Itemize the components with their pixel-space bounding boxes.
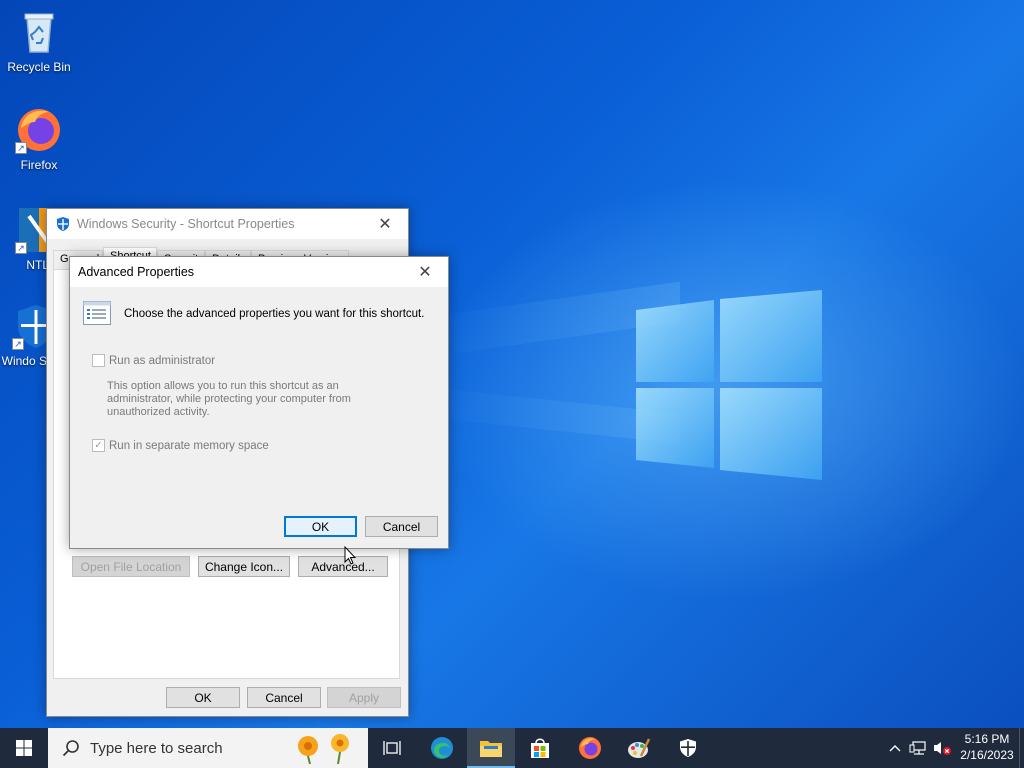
- checkbox-label: Run in separate memory space: [109, 439, 269, 452]
- volume-muted-icon: [934, 742, 951, 755]
- firefox-icon: [579, 737, 601, 759]
- checkmark-icon: ✓: [92, 439, 105, 452]
- desktop-icon-label: Recycle Bin: [7, 60, 71, 74]
- properties-list-icon: [83, 301, 111, 325]
- close-button[interactable]: ✕: [362, 209, 408, 239]
- start-button[interactable]: [0, 728, 48, 768]
- advanced-titlebar[interactable]: Advanced Properties ✕: [70, 257, 448, 287]
- checkbox-box: [92, 354, 105, 367]
- run-as-administrator-checkbox[interactable]: Run as administrator: [92, 354, 215, 367]
- mouse-cursor-icon: [344, 546, 356, 565]
- folder-icon: [480, 741, 502, 757]
- clock-time: 5:16 PM: [964, 732, 1010, 746]
- change-icon-button[interactable]: Change Icon...: [198, 556, 290, 577]
- advanced-header-text: Choose the advanced properties you want …: [124, 308, 425, 320]
- taskbar-paint[interactable]: [615, 728, 663, 768]
- windows-start-icon: [16, 740, 32, 756]
- taskbar-edge[interactable]: [418, 728, 466, 768]
- shortcut-arrow-icon: ↗: [15, 242, 27, 254]
- show-hidden-icons-button[interactable]: [884, 728, 906, 768]
- network-status-button[interactable]: [906, 728, 930, 768]
- taskbar: Type here to search 5:16 PM 2/16/2023: [0, 728, 1024, 768]
- store-icon: [531, 738, 549, 758]
- ok-button[interactable]: OK: [284, 516, 357, 537]
- desktop-icon-recycle-bin[interactable]: Recycle Bin: [0, 8, 78, 74]
- window-title: Advanced Properties: [78, 265, 195, 279]
- shortcut-arrow-icon: ↗: [12, 338, 24, 350]
- shield-icon: [680, 739, 696, 757]
- taskbar-firefox[interactable]: [566, 728, 614, 768]
- cancel-button[interactable]: Cancel: [247, 687, 321, 708]
- advanced-button[interactable]: Advanced...: [298, 556, 388, 577]
- run-as-admin-description: This option allows you to run this short…: [107, 380, 351, 418]
- search-icon: [62, 740, 79, 757]
- close-button[interactable]: ✕: [402, 257, 448, 287]
- advanced-properties-body: Choose the advanced properties you want …: [70, 287, 448, 548]
- paint-palette-icon: [628, 738, 651, 758]
- shortcut-arrow-icon: ↗: [15, 142, 27, 154]
- edge-icon: [431, 737, 453, 759]
- taskbar-windows-security[interactable]: [664, 728, 712, 768]
- firefox-icon: ↗: [15, 106, 63, 154]
- clock-date: 2/16/2023: [960, 748, 1014, 762]
- open-file-location-button[interactable]: Open File Location: [72, 556, 190, 577]
- show-desktop-button[interactable]: [1019, 728, 1024, 768]
- apply-button[interactable]: Apply: [327, 687, 401, 708]
- network-icon: [909, 741, 926, 755]
- cancel-button[interactable]: Cancel: [365, 516, 438, 537]
- volume-button[interactable]: [930, 728, 954, 768]
- close-icon: ✕: [378, 216, 392, 233]
- taskbar-store[interactable]: [516, 728, 564, 768]
- clock[interactable]: 5:16 PM 2/16/2023: [956, 731, 1018, 763]
- close-icon: ✕: [418, 264, 432, 281]
- search-placeholder: Type here to search: [90, 739, 223, 757]
- task-view-icon: [383, 741, 401, 755]
- shield-icon: [55, 216, 71, 232]
- properties-titlebar[interactable]: Windows Security - Shortcut Properties ✕: [47, 209, 408, 239]
- windows-logo-graphic: [636, 290, 822, 480]
- checkbox-label: Run as administrator: [109, 354, 216, 367]
- desktop-icon-label: Firefox: [20, 158, 58, 172]
- flowers-illustration-icon: [298, 734, 349, 764]
- run-in-separate-memory-checkbox[interactable]: ✓ Run in separate memory space: [92, 439, 269, 452]
- window-title: Windows Security - Shortcut Properties: [77, 217, 295, 231]
- chevron-up-icon: [889, 745, 901, 752]
- ok-button[interactable]: OK: [166, 687, 240, 708]
- advanced-properties-window: Advanced Properties ✕ Choose the advance…: [69, 256, 449, 549]
- taskbar-search-box[interactable]: Type here to search: [48, 728, 368, 768]
- task-view-button[interactable]: [368, 728, 416, 768]
- taskbar-file-explorer[interactable]: [467, 728, 515, 768]
- desktop-icon-firefox[interactable]: ↗ Firefox: [0, 106, 78, 172]
- recycle-bin-icon: [15, 8, 63, 56]
